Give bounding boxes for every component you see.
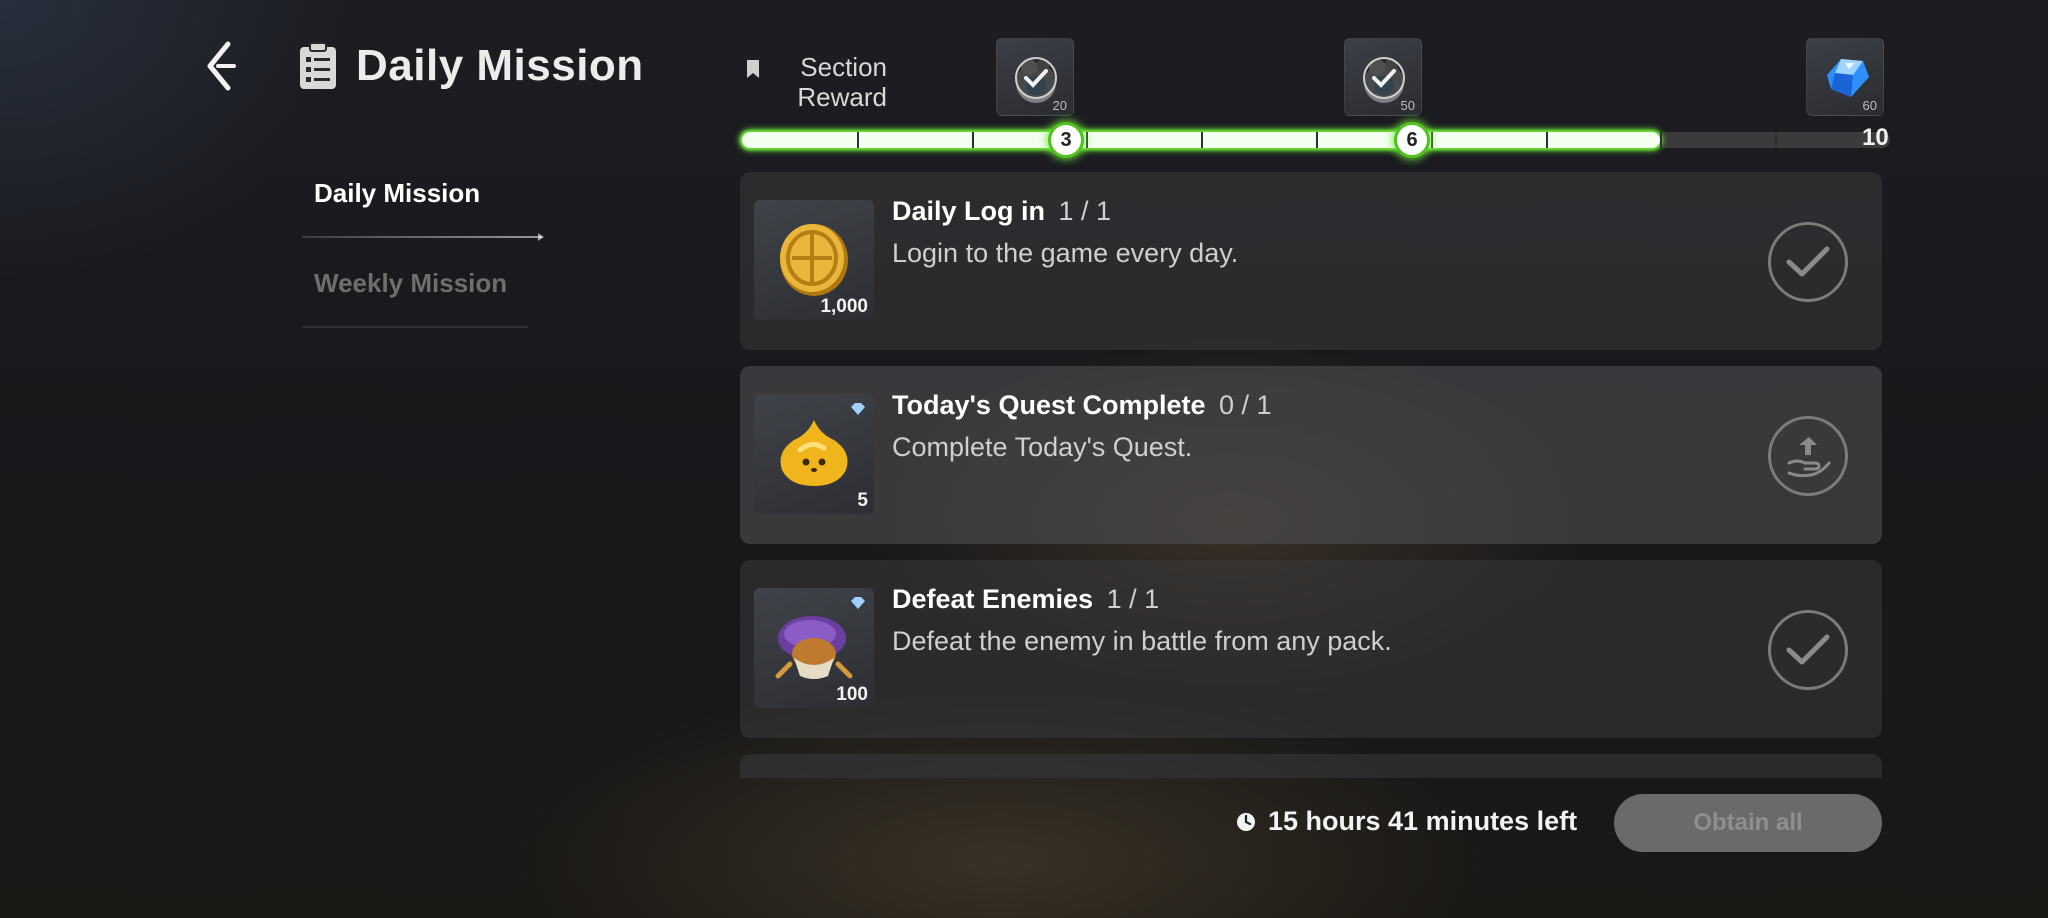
mission-description: Complete Today's Quest. <box>892 432 1193 462</box>
section-reward-label: Section Reward <box>747 52 887 112</box>
mission-card-defeat-enemies: 100 Defeat Enemies 1 / 1 Defeat the enem… <box>740 560 1882 738</box>
back-button[interactable] <box>200 40 246 92</box>
mission-name: Today's Quest Complete <box>892 390 1206 420</box>
claimed-check-icon <box>1363 57 1405 99</box>
mission-progress: 0 / 1 <box>1219 390 1272 420</box>
tab-weekly-mission[interactable]: Weekly Mission <box>302 238 542 328</box>
progress-segment-divider <box>1545 132 1548 148</box>
milestone-reward-3[interactable]: 60 <box>1806 38 1884 116</box>
progress-segment-divider <box>856 132 859 148</box>
tab-label: Daily Mission <box>314 178 481 208</box>
tab-label: Weekly Mission <box>314 267 508 298</box>
time-remaining: 15 hours 41 minutes left <box>1236 806 1577 837</box>
section-reward-line2: Reward <box>797 82 887 112</box>
mission-go-button[interactable] <box>1768 416 1848 496</box>
milestone-count: 20 <box>1052 98 1067 113</box>
milestone-count: 60 <box>1862 98 1877 113</box>
mission-reward[interactable]: 100 <box>754 588 874 708</box>
mission-list[interactable]: 1,000 Daily Log in 1 / 1 Login to the ga… <box>740 172 1882 778</box>
section-progress-bar <box>742 132 1890 148</box>
milestone-reward-2[interactable]: 50 <box>1344 38 1422 116</box>
progress-segment-divider <box>1316 132 1318 148</box>
tab-divider <box>302 326 528 328</box>
mission-name: Defeat Enemies <box>892 584 1094 614</box>
reward-count: 100 <box>836 684 868 705</box>
progress-segment-divider <box>1430 132 1433 148</box>
tab-daily-mission[interactable]: Daily Mission <box>302 160 544 241</box>
page-title: Daily Mission <box>356 41 644 90</box>
clock-icon <box>1237 812 1255 831</box>
progress-segment-divider <box>1775 132 1778 148</box>
gold-coin-icon <box>780 224 848 296</box>
mission-name: Daily Log in <box>892 196 1046 226</box>
check-icon <box>1786 634 1830 665</box>
mushroom-character-icon <box>775 616 853 679</box>
mission-progress: 1 / 1 <box>1058 196 1112 226</box>
back-arrow-icon <box>207 41 236 91</box>
reward-count: 5 <box>857 490 868 511</box>
mission-progress: 1 / 1 <box>1106 584 1160 614</box>
reward-count: 1,000 <box>820 296 868 317</box>
mission-completed-button[interactable] <box>1768 222 1848 302</box>
milestone-node-10: 10 <box>1862 124 1889 151</box>
progress-segment-divider <box>1201 132 1204 148</box>
milestone-count: 50 <box>1400 98 1415 113</box>
milestone-node-6: 6 <box>1394 122 1430 158</box>
milestone-reward-1[interactable]: 20 <box>996 38 1074 116</box>
mission-card-next <box>740 754 1882 778</box>
sidebar: Daily Mission Weekly Mission <box>302 160 544 328</box>
mission-description: Login to the game every day. <box>892 238 1239 268</box>
progress-segment-divider <box>1660 132 1663 148</box>
mission-card-daily-login: 1,000 Daily Log in 1 / 1 Login to the ga… <box>740 172 1882 350</box>
section-reward-line1: Section <box>800 52 887 82</box>
check-icon <box>1786 246 1830 277</box>
progress-segment-divider <box>971 132 974 148</box>
mission-description: Defeat the enemy in battle from any pack… <box>892 626 1392 656</box>
header: Daily Mission <box>298 36 644 96</box>
time-remaining-text: 15 hours 41 minutes left <box>1268 806 1578 836</box>
obtain-all-button[interactable]: Obtain all <box>1614 794 1882 852</box>
clipboard-icon <box>300 42 336 89</box>
hand-receive-icon <box>1787 437 1831 478</box>
progress-segment-divider <box>1086 132 1089 148</box>
yellow-slime-icon <box>780 420 848 486</box>
mission-reward[interactable]: 5 <box>754 394 874 514</box>
bookmark-icon <box>747 60 759 78</box>
milestone-node-3: 3 <box>1048 122 1084 158</box>
claimed-check-icon <box>1015 57 1057 99</box>
mission-completed-button[interactable] <box>1768 610 1848 690</box>
mission-card-todays-quest: 5 Today's Quest Complete 0 / 1 Complete … <box>740 366 1882 544</box>
mission-reward[interactable]: 1,000 <box>754 200 874 320</box>
